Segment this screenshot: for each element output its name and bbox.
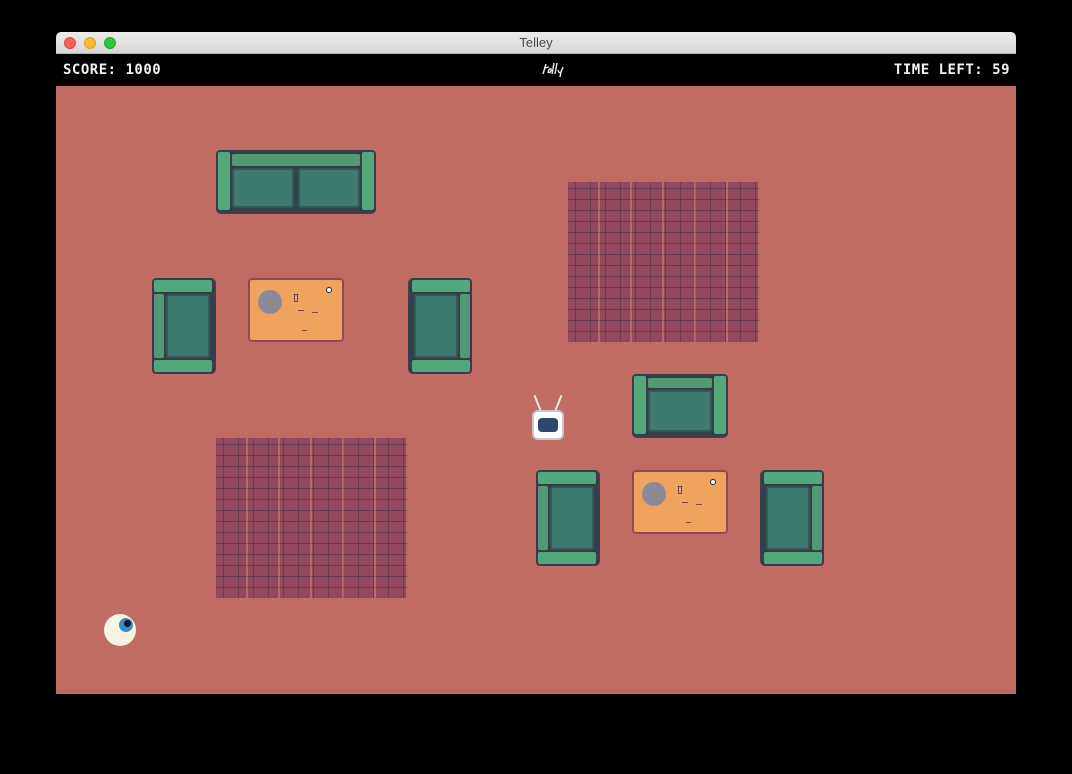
armchair-left-1: [152, 278, 216, 374]
rug-bottom-left: [216, 438, 408, 598]
plate-icon: [642, 482, 666, 506]
coffee-table-2: [632, 470, 728, 534]
eyeball: [104, 614, 136, 646]
title-bar: Telley: [56, 32, 1016, 54]
coin-icon: [326, 287, 332, 293]
remote-icon: [678, 486, 682, 494]
score-display: SCORE: 1000: [63, 62, 162, 78]
coffee-table-1: [248, 278, 344, 342]
sofa-long: [216, 150, 376, 214]
window-title: Telley: [519, 35, 553, 50]
time-left-display: TIME LEFT: 59: [893, 62, 1010, 78]
coin-icon: [710, 479, 716, 485]
armchair-center-2: [632, 374, 728, 438]
remote-icon: [294, 294, 298, 302]
telley-logo-icon: [542, 62, 564, 78]
tv-screen: [538, 418, 558, 432]
hud-bar: SCORE: 1000 TIME LEFT: 59: [56, 54, 1016, 86]
eye-iris: [119, 618, 133, 632]
rug-top-right: [568, 182, 760, 342]
armchair-right-2: [760, 470, 824, 566]
tv-player: [532, 394, 564, 442]
living-room-floor: [56, 86, 1016, 694]
armchair-right-1: [408, 278, 472, 374]
game-window: Telley SCORE: 1000 TIME LEFT: 59: [56, 32, 1016, 694]
plate-icon: [258, 290, 282, 314]
armchair-left-2: [536, 470, 600, 566]
